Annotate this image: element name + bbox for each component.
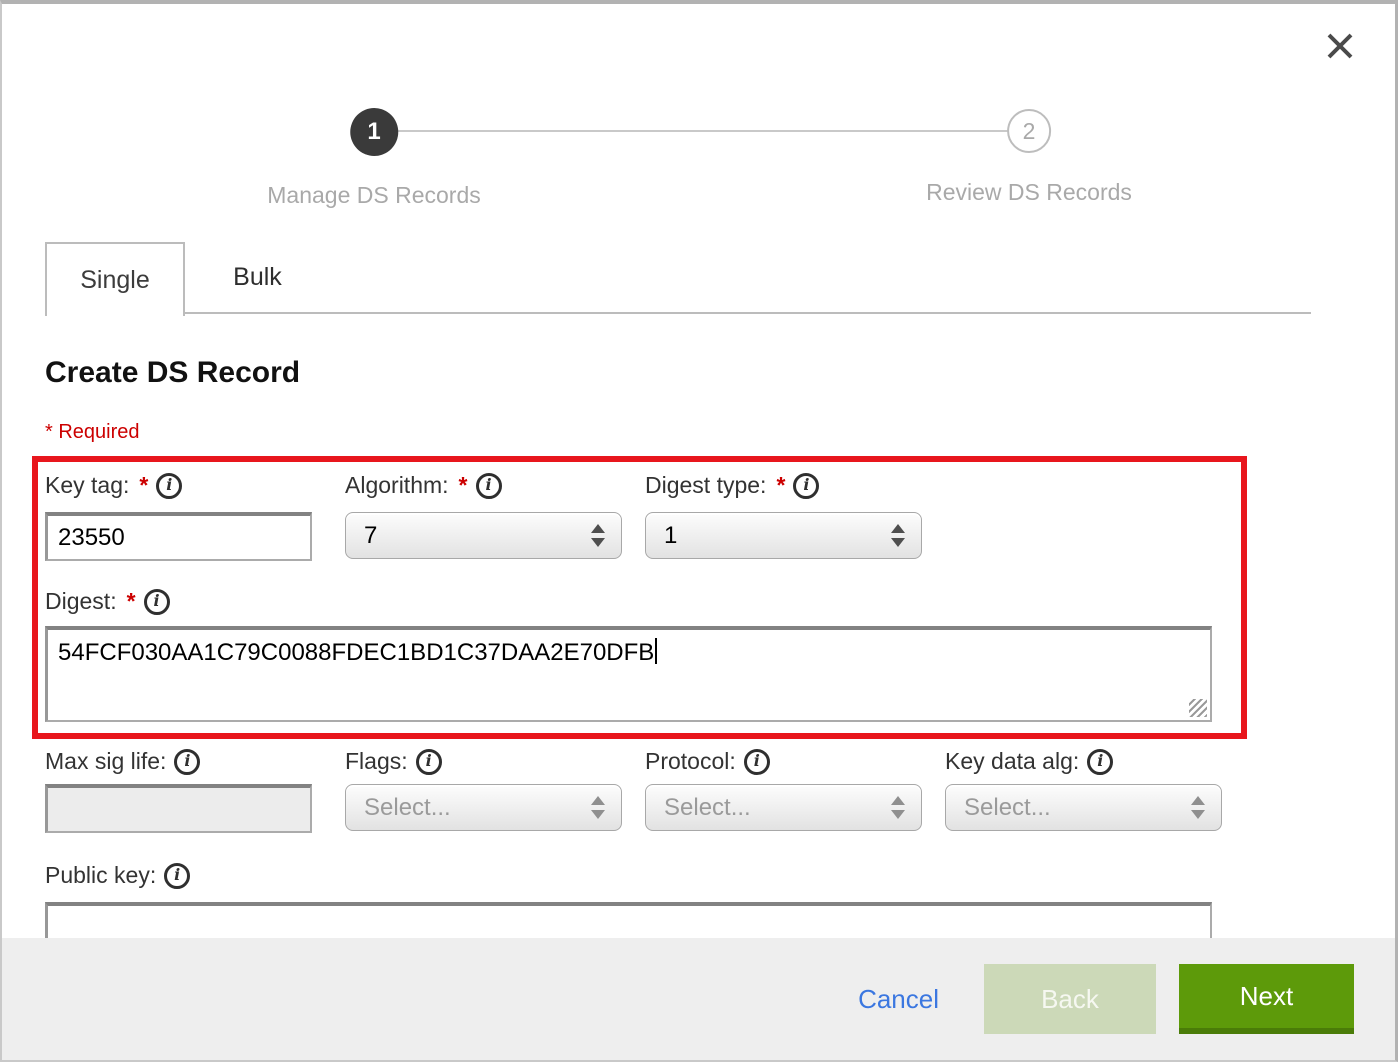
algorithm-info-icon[interactable]: i xyxy=(476,473,502,499)
stepper-step-review: 2 Review DS Records xyxy=(926,109,1132,206)
digest-type-label: Digest type: xyxy=(645,472,766,499)
next-button[interactable]: Next xyxy=(1179,964,1354,1034)
digest-value: 54FCF030AA1C79C0088FDEC1BD1C37DAA2E70DFB xyxy=(58,639,654,666)
max-sig-life-label: Max sig life: xyxy=(45,748,166,775)
flags-label: Flags: xyxy=(345,748,408,775)
public-key-label-row: Public key: i xyxy=(45,862,190,889)
algorithm-label: Algorithm: xyxy=(345,472,449,499)
tab-single[interactable]: Single xyxy=(45,242,185,316)
back-button[interactable]: Back xyxy=(984,964,1156,1034)
stepper-connector xyxy=(398,130,1008,132)
protocol-select[interactable]: Select... xyxy=(645,784,922,831)
algorithm-label-row: Algorithm: * i xyxy=(345,472,502,499)
algorithm-select[interactable]: 7 xyxy=(345,512,622,559)
protocol-info-icon[interactable]: i xyxy=(744,749,770,775)
max-sig-life-label-row: Max sig life: i xyxy=(45,748,200,775)
stepper-step-manage: 1 Manage DS Records xyxy=(267,108,481,209)
required-note: * Required xyxy=(45,421,140,444)
close-icon[interactable] xyxy=(1325,31,1355,61)
digest-type-select[interactable]: 1 xyxy=(645,512,922,559)
cancel-button[interactable]: Cancel xyxy=(858,984,939,1015)
step-1-label: Manage DS Records xyxy=(267,182,481,209)
digest-type-required-mark: * xyxy=(776,472,785,499)
max-sig-life-info-icon[interactable]: i xyxy=(174,749,200,775)
key-tag-info-icon[interactable]: i xyxy=(156,473,182,499)
select-arrows-icon xyxy=(591,796,605,819)
key-tag-label: Key tag: xyxy=(45,472,129,499)
digest-required-mark: * xyxy=(127,588,136,615)
select-arrows-icon xyxy=(891,796,905,819)
digest-type-label-row: Digest type: * i xyxy=(645,472,819,499)
modal-footer: Cancel Back Next xyxy=(2,938,1395,1060)
key-tag-input[interactable] xyxy=(45,512,312,561)
flags-label-row: Flags: i xyxy=(345,748,442,775)
protocol-select-value: Select... xyxy=(664,794,751,822)
key-data-alg-label: Key data alg: xyxy=(945,748,1079,775)
digest-info-icon[interactable]: i xyxy=(144,589,170,615)
digest-type-info-icon[interactable]: i xyxy=(793,473,819,499)
select-arrows-icon xyxy=(1191,796,1205,819)
public-key-info-icon[interactable]: i xyxy=(164,863,190,889)
text-caret xyxy=(655,638,657,664)
public-key-label: Public key: xyxy=(45,862,156,889)
create-ds-record-modal: 1 Manage DS Records 2 Review DS Records … xyxy=(0,0,1398,1062)
max-sig-life-input[interactable] xyxy=(45,784,312,833)
select-arrows-icon xyxy=(891,524,905,547)
digest-type-select-value: 1 xyxy=(664,522,677,550)
protocol-label: Protocol: xyxy=(645,748,736,775)
algorithm-required-mark: * xyxy=(459,472,468,499)
tab-underline xyxy=(185,312,1311,314)
key-data-alg-label-row: Key data alg: i xyxy=(945,748,1113,775)
digest-label: Digest: xyxy=(45,588,117,615)
step-2-circle: 2 xyxy=(1007,109,1051,153)
flags-select[interactable]: Select... xyxy=(345,784,622,831)
key-data-alg-info-icon[interactable]: i xyxy=(1087,749,1113,775)
flags-select-value: Select... xyxy=(364,794,451,822)
key-tag-label-row: Key tag: * i xyxy=(45,472,182,499)
step-1-circle: 1 xyxy=(350,108,398,156)
tab-bulk[interactable]: Bulk xyxy=(185,242,330,312)
step-2-label: Review DS Records xyxy=(926,179,1132,206)
key-data-alg-select[interactable]: Select... xyxy=(945,784,1222,831)
page-title: Create DS Record xyxy=(45,356,300,390)
key-tag-required-mark: * xyxy=(139,472,148,499)
flags-info-icon[interactable]: i xyxy=(416,749,442,775)
algorithm-select-value: 7 xyxy=(364,522,377,550)
protocol-label-row: Protocol: i xyxy=(645,748,770,775)
select-arrows-icon xyxy=(591,524,605,547)
key-data-alg-select-value: Select... xyxy=(964,794,1051,822)
resize-handle[interactable] xyxy=(1189,699,1207,717)
digest-textarea[interactable]: 54FCF030AA1C79C0088FDEC1BD1C37DAA2E70DFB xyxy=(45,626,1212,722)
digest-label-row: Digest: * i xyxy=(45,588,170,615)
